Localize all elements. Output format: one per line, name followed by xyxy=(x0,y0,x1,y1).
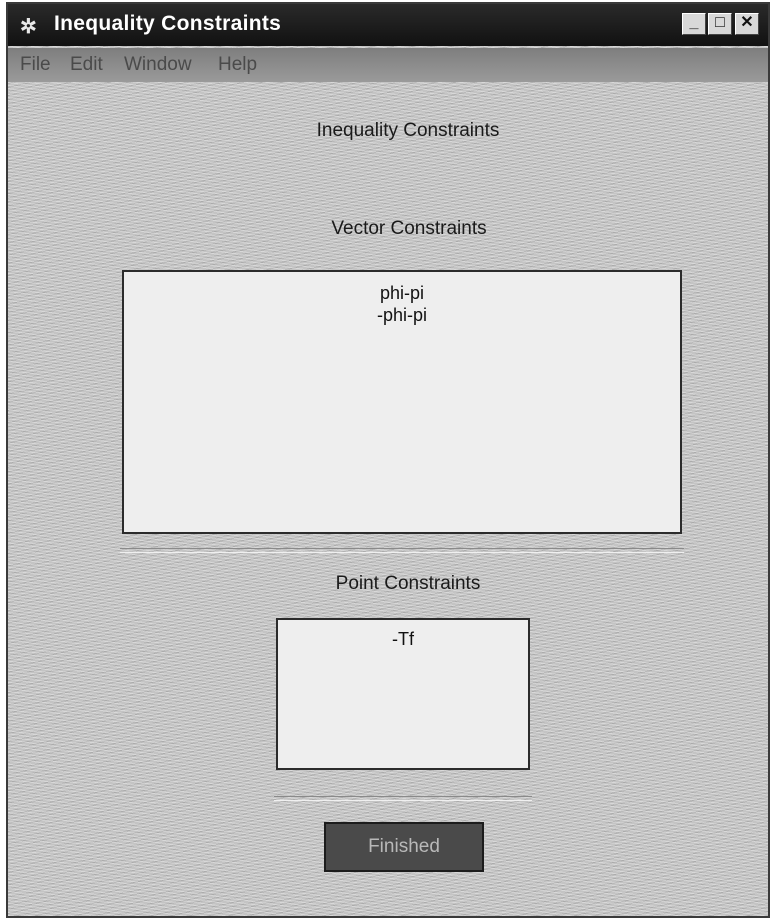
list-item[interactable]: phi-pi xyxy=(124,282,680,304)
menu-window[interactable]: Window xyxy=(124,54,192,76)
close-button[interactable]: ✕ xyxy=(735,13,759,35)
vector-constraints-label: Vector Constraints xyxy=(331,218,487,239)
window-title: Inequality Constraints xyxy=(54,12,282,35)
inequality-constraints-window: ✲ Inequality Constraints _ □ ✕ File Edit… xyxy=(6,2,770,918)
point-constraints-list[interactable]: -Tf xyxy=(276,618,530,770)
list-item[interactable]: -phi-pi xyxy=(124,304,680,326)
maximize-icon: □ xyxy=(715,14,725,31)
list-item[interactable]: -Tf xyxy=(278,628,528,650)
minimize-icon: _ xyxy=(689,14,699,31)
title-bar[interactable]: ✲ Inequality Constraints _ □ ✕ xyxy=(8,4,768,46)
divider xyxy=(274,796,532,801)
menu-edit[interactable]: Edit xyxy=(70,54,103,76)
finished-button[interactable]: Finished xyxy=(324,822,484,872)
divider xyxy=(120,548,684,553)
menu-help[interactable]: Help xyxy=(218,54,257,76)
maximize-button[interactable]: □ xyxy=(708,13,732,35)
page-heading: Inequality Constraints xyxy=(316,120,500,141)
menu-bar: File Edit Window Help xyxy=(8,48,768,82)
close-icon: ✕ xyxy=(740,14,754,31)
vector-constraints-list[interactable]: phi-pi -phi-pi xyxy=(122,270,682,534)
point-constraints-label: Point Constraints xyxy=(335,573,481,594)
app-icon: ✲ xyxy=(20,16,37,38)
menu-file[interactable]: File xyxy=(20,54,51,76)
minimize-button[interactable]: _ xyxy=(682,13,706,35)
